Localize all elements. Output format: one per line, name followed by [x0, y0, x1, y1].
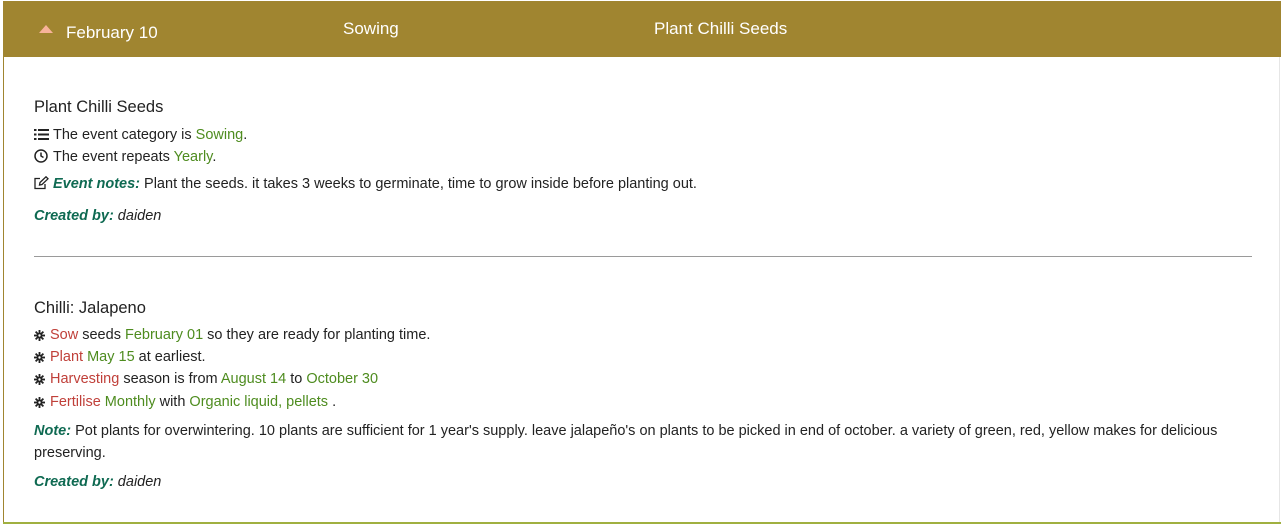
list-icon — [34, 128, 49, 141]
header-title: Plant Chilli Seeds — [654, 19, 788, 38]
event-created-line: Created by: daiden — [34, 208, 161, 224]
event-category-suffix: . — [243, 127, 248, 143]
clock-icon — [34, 149, 49, 163]
plant-created-line: Created by: daiden — [34, 474, 161, 490]
gear-icon — [34, 374, 46, 385]
sow-label: Sow — [50, 327, 79, 343]
event-repeat-suffix: . — [212, 149, 217, 165]
fertilise-mid: with — [155, 394, 190, 410]
event-category-prefix: The event category is — [53, 127, 196, 143]
event-title: Plant Chilli Seeds — [34, 98, 164, 116]
event-repeat-prefix: The event repeats — [53, 149, 174, 165]
plant-fertilise-line: Fertilise Monthly with Organic liquid, p… — [34, 394, 336, 410]
sow-rest: so they are ready for planting time. — [203, 327, 431, 343]
fertilise-label: Fertilise — [50, 394, 101, 410]
event-repeat-line: The event repeats Yearly. — [34, 149, 216, 165]
event-notes-label: Event notes: — [53, 176, 141, 192]
plant-title: Chilli: Jalapeno — [34, 299, 146, 317]
plant-date: May 15 — [87, 349, 135, 365]
section-divider — [34, 256, 1252, 257]
event-category-line: The event category is Sowing. — [34, 127, 247, 143]
harvest-label: Harvesting — [50, 371, 120, 387]
gear-icon — [34, 352, 46, 363]
harvest-to: October 30 — [306, 371, 379, 387]
plant-sow-line: Sow seeds February 01 so they are ready … — [34, 327, 430, 343]
harvest-mid: season is from — [119, 371, 221, 387]
header-category: Sowing — [343, 19, 399, 38]
plant-harvest-line: Harvesting season is from August 14 to O… — [34, 371, 378, 387]
plant-created-label: Created by: — [34, 474, 114, 490]
harvest-to-word: to — [286, 371, 307, 387]
fertilise-what: Organic liquid, pellets — [189, 394, 329, 410]
fertilise-freq: Monthly — [104, 394, 156, 410]
gear-icon — [34, 397, 46, 408]
header-date: February 10 — [66, 23, 158, 42]
plant-note-text: Pot plants for overwintering. 10 plants … — [34, 423, 1218, 461]
harvest-from: August 14 — [220, 371, 287, 387]
event-notes-line: Event notes: Plant the seeds. it takes 3… — [34, 176, 697, 192]
event-repeat-value: Yearly — [173, 149, 213, 165]
event-notes-text: Plant the seeds. it takes 3 weeks to ger… — [140, 176, 697, 192]
event-header[interactable]: February 10 Sowing Plant Chilli Seeds — [3, 1, 1281, 57]
plant-label: Plant — [50, 349, 84, 365]
event-created-value: daiden — [113, 208, 162, 224]
fertilise-end: . — [328, 394, 337, 410]
plant-note: Note: Pot plants for overwintering. 10 p… — [34, 420, 1246, 464]
sow-mid: seeds — [78, 327, 125, 343]
panel-bottom-border — [3, 522, 1281, 524]
collapse-arrow-icon[interactable] — [39, 25, 53, 33]
event-category-value: Sowing — [195, 127, 244, 143]
plant-rest: at earliest. — [134, 349, 206, 365]
plant-plant-line: Plant May 15 at earliest. — [34, 349, 206, 365]
sow-date: February 01 — [124, 327, 204, 343]
edit-icon — [34, 176, 49, 190]
plant-created-value: daiden — [113, 474, 162, 490]
gear-icon — [34, 330, 46, 341]
event-created-label: Created by: — [34, 208, 114, 224]
plant-note-label: Note: — [34, 423, 72, 439]
